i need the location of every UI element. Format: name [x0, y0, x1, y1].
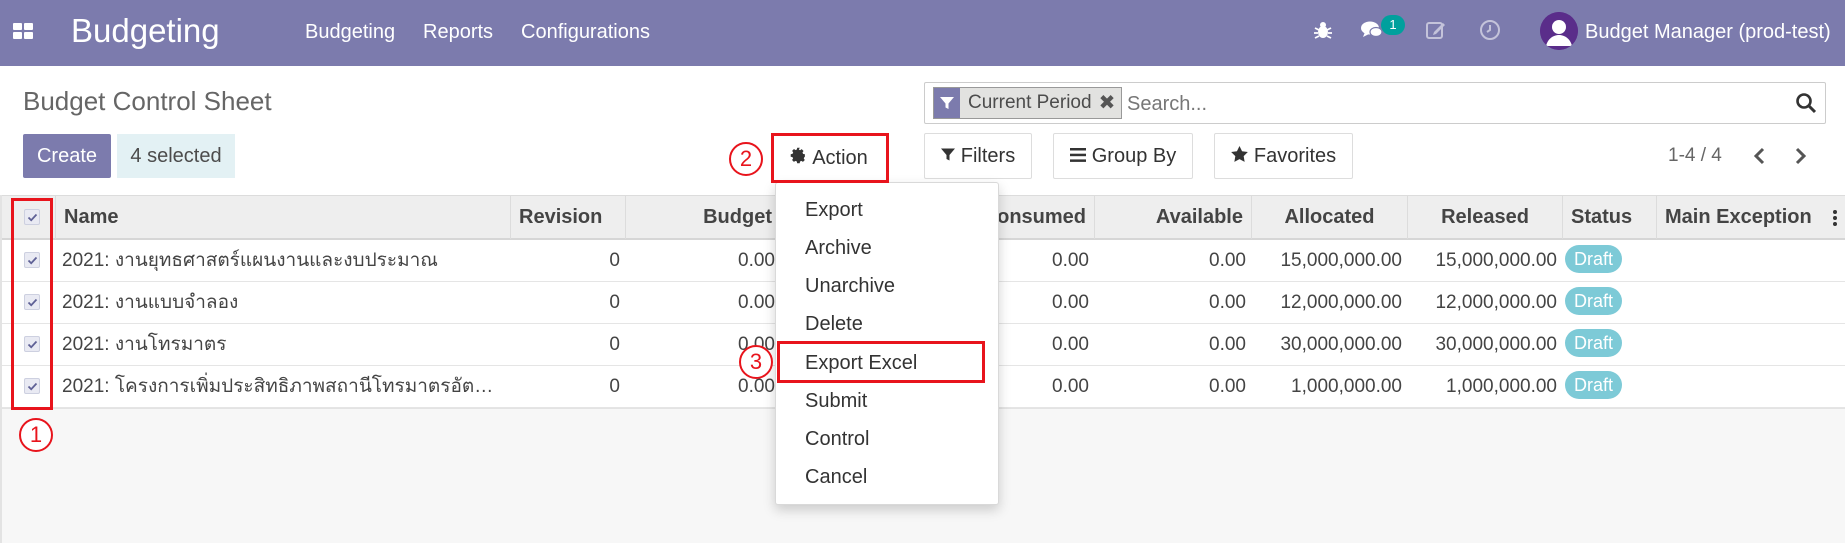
cell-status: Draft: [1565, 282, 1655, 323]
menu-configurations[interactable]: Configurations: [521, 20, 650, 44]
menu-item-control[interactable]: Control: [805, 426, 869, 452]
step-marker-2: 2: [729, 142, 763, 176]
filters-label: Filters: [960, 144, 1016, 167]
status-badge: Draft: [1565, 371, 1623, 400]
cell-name: 2021: งานแบบจำลอง: [62, 292, 239, 313]
cell-allocated: 1,000,000.00: [1291, 376, 1402, 397]
facet-label: Current Period: [968, 92, 1092, 113]
optional-columns-icon[interactable]: [1833, 210, 1837, 226]
cell-name: 2021: งานยุทธศาสตร์แผนงานและงบประมาณ: [62, 250, 438, 271]
highlight-checkbox-column: [11, 198, 53, 410]
edit-icon[interactable]: [1424, 18, 1448, 42]
cell-name: 2021: งานโทรมาตร: [62, 334, 227, 355]
bars-icon: [1069, 145, 1086, 168]
menu-item-archive[interactable]: Archive: [805, 235, 872, 261]
filter-icon: [940, 145, 955, 168]
status-badge: Draft: [1565, 287, 1623, 316]
column-header-allocated[interactable]: Allocated: [1251, 196, 1407, 239]
highlight-action-button: [771, 133, 889, 183]
cell-available: 0.00: [1209, 376, 1246, 397]
cell-budget: 0.00: [738, 250, 775, 271]
pager-value[interactable]: 1-4 / 4: [1668, 144, 1722, 168]
cell-status: Draft: [1565, 240, 1655, 281]
column-header-budget[interactable]: Budget: [625, 196, 780, 239]
clock-icon[interactable]: [1478, 18, 1502, 42]
star-icon: [1231, 145, 1248, 168]
status-badge: Draft: [1565, 245, 1623, 274]
cell-status: Draft: [1565, 366, 1655, 407]
menu-item-submit[interactable]: Submit: [805, 388, 867, 414]
app-title[interactable]: Budgeting: [71, 12, 220, 50]
user-avatar[interactable]: [1540, 12, 1578, 50]
pager-next-icon[interactable]: [1790, 144, 1810, 168]
menu-item-unarchive[interactable]: Unarchive: [805, 273, 895, 299]
column-header-released[interactable]: Released: [1407, 196, 1562, 239]
search-box: Current Period ✖: [924, 82, 1826, 124]
favorites-button[interactable]: Favorites: [1214, 133, 1353, 179]
menu-item-cancel[interactable]: Cancel: [805, 464, 867, 490]
top-navbar: Budgeting Budgeting Reports Configuratio…: [0, 0, 1845, 66]
cell-released: 12,000,000.00: [1435, 292, 1557, 313]
cell-revision: 0: [609, 334, 620, 355]
cell-allocated: 30,000,000.00: [1280, 334, 1402, 355]
selected-count: 4 selected: [117, 134, 235, 178]
group-by-button[interactable]: Group By: [1053, 133, 1193, 179]
cell-budget: 0.00: [738, 292, 775, 313]
filter-icon: [934, 88, 960, 118]
cell-allocated: 12,000,000.00: [1280, 292, 1402, 313]
menu-reports[interactable]: Reports: [423, 20, 493, 44]
cell-available: 0.00: [1209, 334, 1246, 355]
pager-previous-icon[interactable]: [1750, 144, 1770, 168]
cell-released: 1,000,000.00: [1446, 376, 1557, 397]
user-name[interactable]: Budget Manager (prod-test): [1585, 20, 1831, 44]
group-by-label: Group By: [1091, 144, 1177, 167]
step-marker-3: 3: [739, 345, 773, 379]
menu-budgeting[interactable]: Budgeting: [305, 20, 395, 44]
column-header-available[interactable]: Available: [1094, 196, 1251, 239]
column-header-status[interactable]: Status: [1562, 196, 1656, 239]
search-icon[interactable]: [1795, 92, 1817, 114]
page-title: Budget Control Sheet: [23, 86, 272, 116]
status-badge: Draft: [1565, 329, 1623, 358]
cell-revision: 0: [609, 250, 620, 271]
apps-menu-icon[interactable]: [13, 23, 33, 39]
cell-released: 15,000,000.00: [1435, 250, 1557, 271]
cell-available: 0.00: [1209, 292, 1246, 313]
step-marker-1: 1: [19, 418, 53, 452]
column-header-name[interactable]: Name: [55, 196, 510, 239]
filters-button[interactable]: Filters: [924, 133, 1032, 179]
highlight-export-excel: [777, 341, 985, 383]
bug-icon[interactable]: [1311, 18, 1335, 42]
facet-remove-icon[interactable]: ✖: [1099, 88, 1122, 118]
menu-item-delete[interactable]: Delete: [805, 311, 863, 337]
create-button[interactable]: Create: [23, 134, 111, 178]
left-border: [0, 195, 2, 543]
menu-item-export[interactable]: Export: [805, 197, 863, 223]
column-header-main-exception[interactable]: Main Exception: [1656, 196, 1831, 239]
chat-badge: 1: [1381, 15, 1405, 35]
cell-revision: 0: [609, 292, 620, 313]
cell-status: Draft: [1565, 324, 1655, 365]
cell-allocated: 15,000,000.00: [1280, 250, 1402, 271]
favorites-label: Favorites: [1253, 144, 1337, 167]
cell-available: 0.00: [1209, 250, 1246, 271]
cell-released: 30,000,000.00: [1435, 334, 1557, 355]
search-input[interactable]: [1127, 91, 1687, 117]
cell-revision: 0: [609, 376, 620, 397]
search-facet: Current Period ✖: [933, 87, 1123, 119]
column-header-revision[interactable]: Revision: [510, 196, 625, 239]
cell-name: 2021: โครงการเพิ่มประสิทธิภาพสถานีโทรมาต…: [62, 376, 494, 397]
